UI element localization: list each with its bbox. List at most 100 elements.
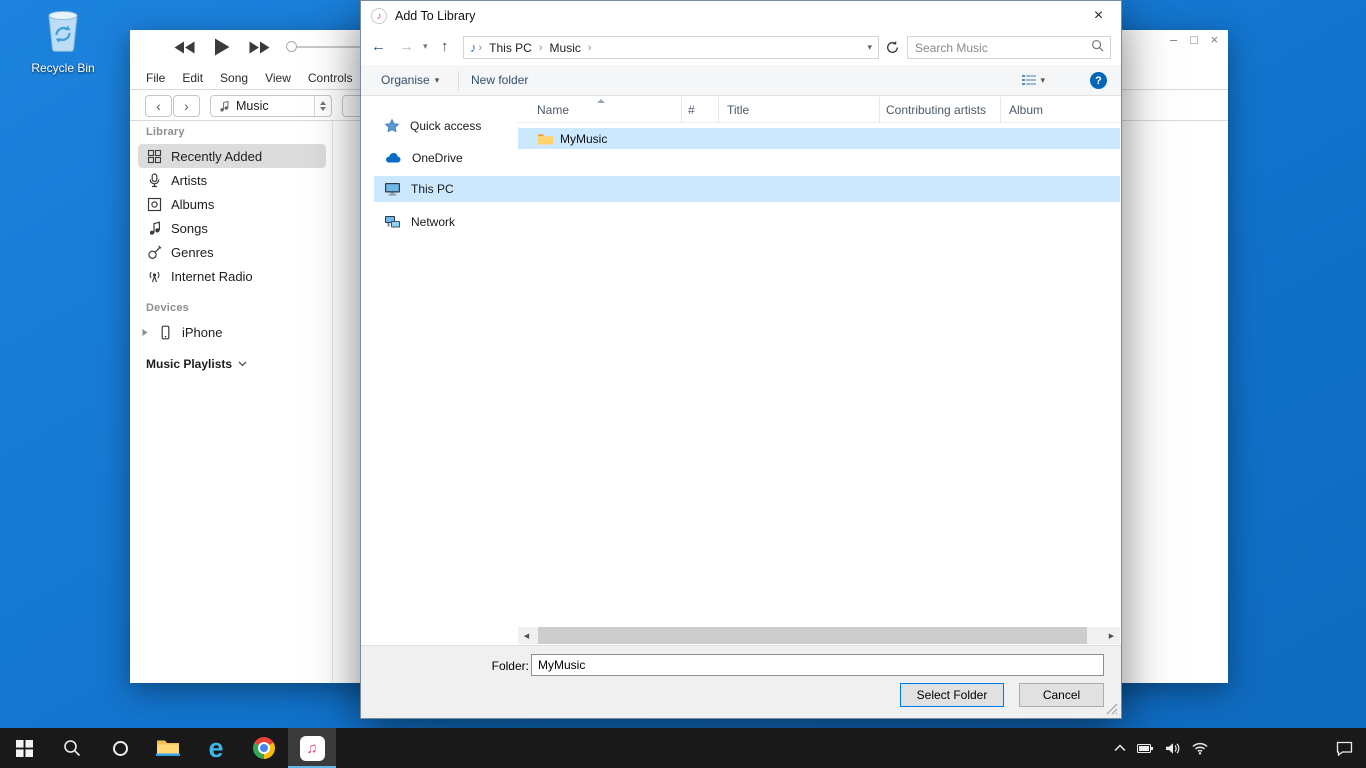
change-view-button[interactable]: ▾ [1021, 65, 1045, 95]
scroll-right-arrow[interactable]: ▶ [1103, 627, 1120, 644]
taskbar: e ♫ [0, 728, 1366, 768]
sidebar-item-iphone[interactable]: iPhone [138, 320, 326, 344]
breadcrumb-this-pc[interactable]: This PC [484, 41, 537, 55]
menu-edit[interactable]: Edit [182, 71, 203, 85]
horizontal-scrollbar[interactable]: ◀ ▶ [518, 627, 1120, 644]
rewind-button[interactable] [174, 41, 195, 59]
search-icon[interactable] [1085, 39, 1110, 57]
new-folder-button[interactable]: New folder [471, 65, 528, 95]
sidebar-item-songs[interactable]: Songs [138, 216, 326, 240]
collapse-chevron-icon [238, 361, 247, 367]
column-header-number[interactable]: # [682, 97, 719, 123]
address-bar[interactable]: ♪ › This PC › Music › ▾ [463, 36, 879, 59]
taskbar-chrome-button[interactable] [240, 728, 288, 768]
tray-chevron-up-icon[interactable] [1114, 744, 1126, 752]
action-center-button[interactable] [1336, 728, 1353, 768]
file-name: MyMusic [560, 132, 607, 146]
music-playlists-header[interactable]: Music Playlists [146, 357, 247, 371]
nav-forward-button[interactable]: → [399, 38, 414, 55]
microphone-icon [147, 173, 162, 188]
sidebar-item-albums[interactable]: Albums [138, 192, 326, 216]
dialog-app-icon: ♪ [371, 8, 387, 24]
itunes-back-button[interactable]: ‹ [145, 95, 172, 117]
dialog-close-button[interactable]: × [1076, 1, 1121, 30]
song-note-icon [147, 221, 162, 236]
search-box [907, 36, 1111, 59]
taskbar-search-button[interactable] [48, 728, 96, 768]
volume-slider-knob[interactable] [286, 41, 297, 52]
scroll-left-arrow[interactable]: ◀ [518, 627, 535, 644]
view-caret-icon: ▾ [1040, 65, 1045, 95]
menu-song[interactable]: Song [220, 71, 248, 85]
menu-controls[interactable]: Controls [308, 71, 353, 85]
help-button[interactable]: ? [1090, 72, 1107, 89]
dialog-toolbar: Organise ▾ New folder ▾ ? [361, 65, 1121, 96]
volume-icon[interactable] [1165, 742, 1181, 755]
star-icon [384, 118, 400, 134]
menu-view[interactable]: View [265, 71, 291, 85]
refresh-button[interactable] [885, 40, 900, 60]
cancel-button[interactable]: Cancel [1019, 683, 1104, 707]
selector-stepper[interactable] [314, 96, 331, 116]
folder-name-input[interactable] [531, 654, 1104, 676]
media-type-selector[interactable]: Music [210, 95, 332, 117]
sidebar-item-label: Songs [171, 221, 208, 236]
scrollbar-thumb[interactable] [538, 627, 1087, 644]
itunes-maximize-button[interactable]: □ [1190, 33, 1198, 47]
devices-header: Devices [146, 302, 189, 314]
system-tray [1114, 728, 1208, 768]
windows-logo-icon [16, 740, 33, 757]
music-note-icon [218, 100, 230, 113]
desktop: Recycle Bin – □ × File Edit Song [0, 0, 1366, 768]
search-input[interactable] [908, 41, 1085, 55]
select-folder-button[interactable]: Select Folder [900, 683, 1004, 707]
itunes-minimize-button[interactable]: – [1170, 33, 1177, 47]
organise-button[interactable]: Organise ▾ [381, 65, 439, 95]
edge-icon: e [208, 735, 223, 762]
column-header-title[interactable]: Title [719, 97, 880, 123]
column-header-name[interactable]: Name [519, 97, 682, 123]
itunes-forward-button[interactable]: › [173, 95, 200, 117]
expand-chevron-icon[interactable] [141, 328, 149, 337]
cloud-icon [384, 151, 402, 165]
dialog-titlebar[interactable]: ♪ Add To Library × [361, 1, 1121, 31]
taskbar-file-explorer-button[interactable] [144, 728, 192, 768]
sidebar-item-internet-radio[interactable]: Internet Radio [138, 264, 326, 288]
menu-file[interactable]: File [146, 71, 165, 85]
taskbar-cortana-button[interactable] [96, 728, 144, 768]
breadcrumb-music[interactable]: Music [545, 41, 586, 55]
breadcrumb-chevron-icon[interactable]: › [537, 42, 545, 54]
sidebar-item-artists[interactable]: Artists [138, 168, 326, 192]
breadcrumb-chevron-icon: › [477, 42, 485, 54]
address-dropdown-caret[interactable]: ▾ [867, 42, 878, 53]
nav-back-button[interactable]: ← [371, 38, 386, 55]
fast-forward-button[interactable] [249, 41, 270, 59]
nav-up-button[interactable]: ↑ [441, 38, 449, 55]
album-icon [147, 197, 162, 212]
taskbar-edge-button[interactable]: e [192, 728, 240, 768]
battery-icon[interactable] [1137, 743, 1154, 754]
sidebar-item-label: This PC [411, 182, 454, 196]
breadcrumb-chevron-icon[interactable]: › [586, 42, 594, 54]
sidebar-item-genres[interactable]: Genres [138, 240, 326, 264]
taskbar-itunes-button[interactable]: ♫ [288, 728, 336, 768]
start-button[interactable] [0, 728, 48, 768]
sidebar-item-recently-added[interactable]: Recently Added [138, 144, 326, 168]
column-header-album[interactable]: Album [1001, 97, 1122, 123]
play-button[interactable] [214, 38, 230, 61]
dialog-main: Quick access OneDrive This PC Network [361, 97, 1121, 645]
stepper-down-icon [320, 107, 326, 111]
recycle-bin-label: Recycle Bin [22, 61, 104, 75]
sidebar-item-label: Artists [171, 173, 207, 188]
volume-slider-track[interactable] [292, 46, 360, 48]
recycle-bin[interactable]: Recycle Bin [22, 8, 104, 75]
nav-history-caret[interactable]: ▾ [423, 41, 428, 52]
fast-forward-icon [249, 41, 270, 54]
itunes-close-button[interactable]: × [1211, 33, 1218, 47]
resize-grip[interactable] [1105, 702, 1118, 715]
wifi-icon[interactable] [1192, 742, 1208, 755]
stepper-up-icon [320, 101, 326, 105]
file-row-mymusic[interactable]: MyMusic [518, 128, 1120, 149]
column-header-contributing-artists[interactable]: Contributing artists [880, 97, 1001, 123]
folder-icon [537, 132, 554, 146]
